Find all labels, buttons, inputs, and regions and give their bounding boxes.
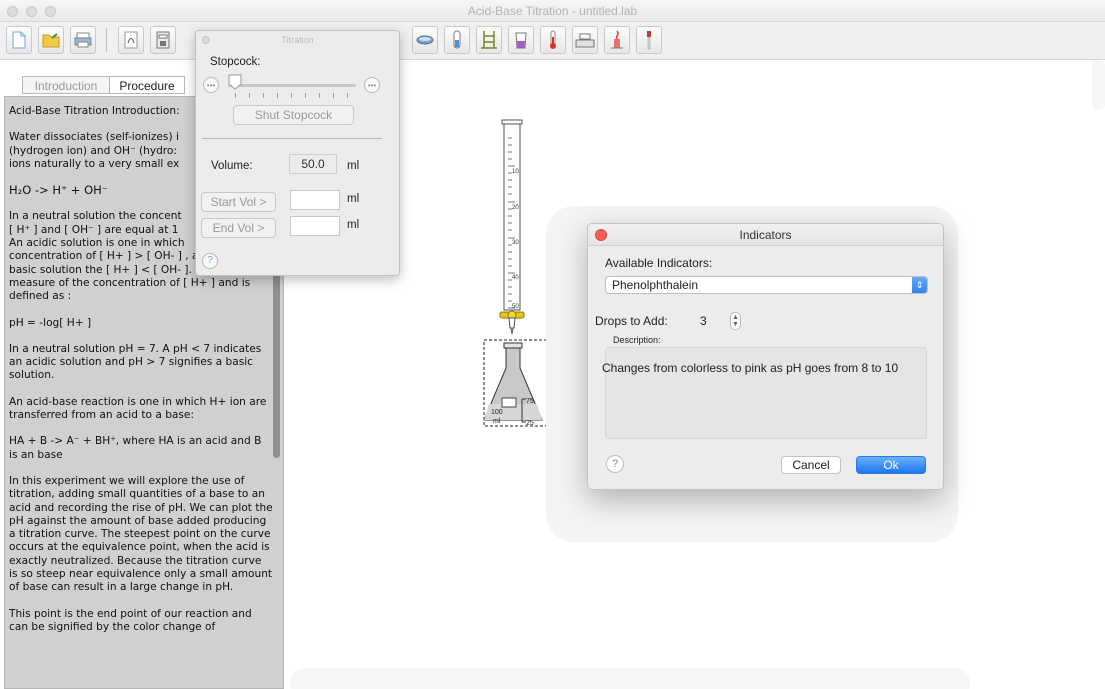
indicators-dialog: Indicators Available Indicators: Phenolp… bbox=[587, 223, 944, 490]
burner-icon[interactable] bbox=[604, 26, 630, 54]
intro-paragraph: An acid-base reaction is one in which H+… bbox=[9, 395, 267, 422]
available-indicators-label: Available Indicators: bbox=[605, 256, 713, 270]
indicator-tool-icon[interactable] bbox=[118, 26, 144, 54]
burette-mark: 30 bbox=[512, 240, 519, 246]
burette-mark: 40 bbox=[512, 275, 519, 281]
intro-paragraph: In a neutral solution pH = 7. A pH < 7 i… bbox=[9, 342, 262, 382]
thermometer-icon[interactable] bbox=[540, 26, 566, 54]
flask-unit: ml bbox=[493, 418, 501, 425]
calculator-icon[interactable] bbox=[150, 26, 176, 54]
intro-line: [ H⁺ ] and [ OH⁻ ] are equal at 1 bbox=[9, 223, 179, 236]
window-title: Acid-Base Titration - untitled.lab bbox=[467, 4, 638, 18]
reaction-equation: HA + B -> A⁻ + BH⁺, where HA is an acid … bbox=[9, 435, 262, 461]
tab-procedure[interactable]: Procedure bbox=[109, 76, 185, 94]
intro-line: An acidic solution is one in which bbox=[9, 237, 185, 250]
end-vol-unit: ml bbox=[347, 219, 360, 231]
cancel-button[interactable]: Cancel bbox=[781, 456, 841, 474]
end-vol-field[interactable] bbox=[290, 216, 340, 236]
slider-tick bbox=[235, 93, 236, 98]
stopcock-increase-button[interactable]: ••• bbox=[364, 77, 380, 93]
intro-paragraph: This point is the end point of our react… bbox=[9, 607, 252, 633]
slider-tick bbox=[277, 93, 278, 98]
description-text: Changes from colorless to pink as pH goe… bbox=[602, 361, 899, 375]
titration-panel-title: Titration bbox=[281, 35, 314, 45]
volume-value: 50.0 bbox=[289, 154, 337, 174]
titration-panel: Titration Stopcock: ••• ••• Shut Stopcoc… bbox=[195, 30, 400, 276]
intro-line: ions naturally to a very small ex bbox=[9, 157, 180, 170]
intro-line: (hydrogen ion) and OH⁻ (hydro: bbox=[9, 144, 177, 157]
slider-tick bbox=[319, 93, 320, 98]
flask-mark: 25 bbox=[526, 420, 534, 427]
slider-tick bbox=[333, 93, 334, 98]
canvas-edge bbox=[1092, 60, 1105, 110]
slider-tick bbox=[263, 93, 264, 98]
slider-tick bbox=[249, 93, 250, 98]
window-titlebar: Acid-Base Titration - untitled.lab bbox=[0, 0, 1105, 22]
volume-label: Volume: bbox=[211, 160, 253, 172]
ok-button[interactable]: Ok bbox=[856, 456, 926, 474]
stopcock-label: Stopcock: bbox=[210, 56, 261, 68]
balance-icon[interactable] bbox=[572, 26, 598, 54]
toolbar bbox=[0, 22, 1105, 60]
volume-unit: ml bbox=[347, 160, 360, 172]
burette-mark: 20 bbox=[512, 205, 519, 211]
indicator-select[interactable]: Phenolphthalein ⇕ bbox=[605, 276, 928, 294]
panel-divider bbox=[202, 138, 382, 139]
stopcock-slider[interactable] bbox=[228, 84, 356, 87]
stopcock-decrease-button[interactable]: ••• bbox=[203, 77, 219, 93]
stand-icon[interactable] bbox=[476, 26, 502, 54]
description-label: Description: bbox=[613, 335, 661, 345]
print-icon[interactable] bbox=[70, 26, 96, 54]
new-document-icon[interactable] bbox=[6, 26, 32, 54]
open-folder-icon[interactable] bbox=[38, 26, 64, 54]
dialog-help-button[interactable]: ? bbox=[606, 455, 624, 473]
dialog-title: Indicators bbox=[739, 228, 792, 242]
tab-introduction[interactable]: Introduction bbox=[22, 76, 110, 94]
drops-stepper[interactable]: ▲ ▼ bbox=[730, 312, 741, 330]
chevron-updown-icon: ⇕ bbox=[912, 277, 927, 293]
erlenmeyer-flask[interactable]: 75 25 100 ml bbox=[483, 339, 549, 427]
shut-stopcock-button[interactable]: Shut Stopcock bbox=[233, 105, 354, 125]
slider-tick bbox=[347, 93, 348, 98]
intro-line: defined as : bbox=[9, 290, 72, 303]
intro-line: In a neutral solution the concent bbox=[9, 210, 182, 223]
start-vol-field[interactable] bbox=[290, 190, 340, 210]
canvas-shadow bbox=[290, 668, 970, 689]
drops-value[interactable]: 3 bbox=[700, 314, 707, 328]
beaker-icon[interactable] bbox=[508, 26, 534, 54]
titration-help-button[interactable]: ? bbox=[202, 253, 218, 269]
start-vol-button[interactable]: Start Vol > bbox=[201, 192, 276, 212]
flask-mark: 75 bbox=[526, 398, 534, 405]
intro-line: measure of the concentration of [ H+ ] a… bbox=[9, 276, 251, 289]
toolbar-separator bbox=[106, 28, 107, 52]
slider-tick bbox=[305, 93, 306, 98]
drops-label: Drops to Add: bbox=[595, 314, 668, 328]
burette[interactable]: 10 20 30 40 50 bbox=[501, 119, 523, 311]
slider-tick bbox=[291, 93, 292, 98]
start-vol-unit: ml bbox=[347, 193, 360, 205]
stopcock-slider-thumb[interactable] bbox=[228, 74, 242, 90]
test-tube-icon[interactable] bbox=[444, 26, 470, 54]
end-vol-button[interactable]: End Vol > bbox=[201, 218, 276, 238]
intro-line: Water dissociates (self-ionizes) i bbox=[9, 131, 179, 144]
intro-paragraph: In this experiment we will explore the u… bbox=[9, 474, 273, 594]
dialog-titlebar: Indicators bbox=[588, 224, 943, 246]
burette-mark: 10 bbox=[512, 169, 519, 175]
ph-equation: pH = -log[ H+ ] bbox=[9, 316, 92, 329]
petri-dish-icon[interactable] bbox=[412, 26, 438, 54]
stopcock-valve[interactable] bbox=[499, 310, 525, 335]
pipette-icon[interactable] bbox=[636, 26, 662, 54]
flask-capacity: 100 bbox=[491, 409, 503, 416]
burette-mark: 50 bbox=[512, 304, 519, 310]
indicator-select-value: Phenolphthalein bbox=[612, 278, 699, 292]
